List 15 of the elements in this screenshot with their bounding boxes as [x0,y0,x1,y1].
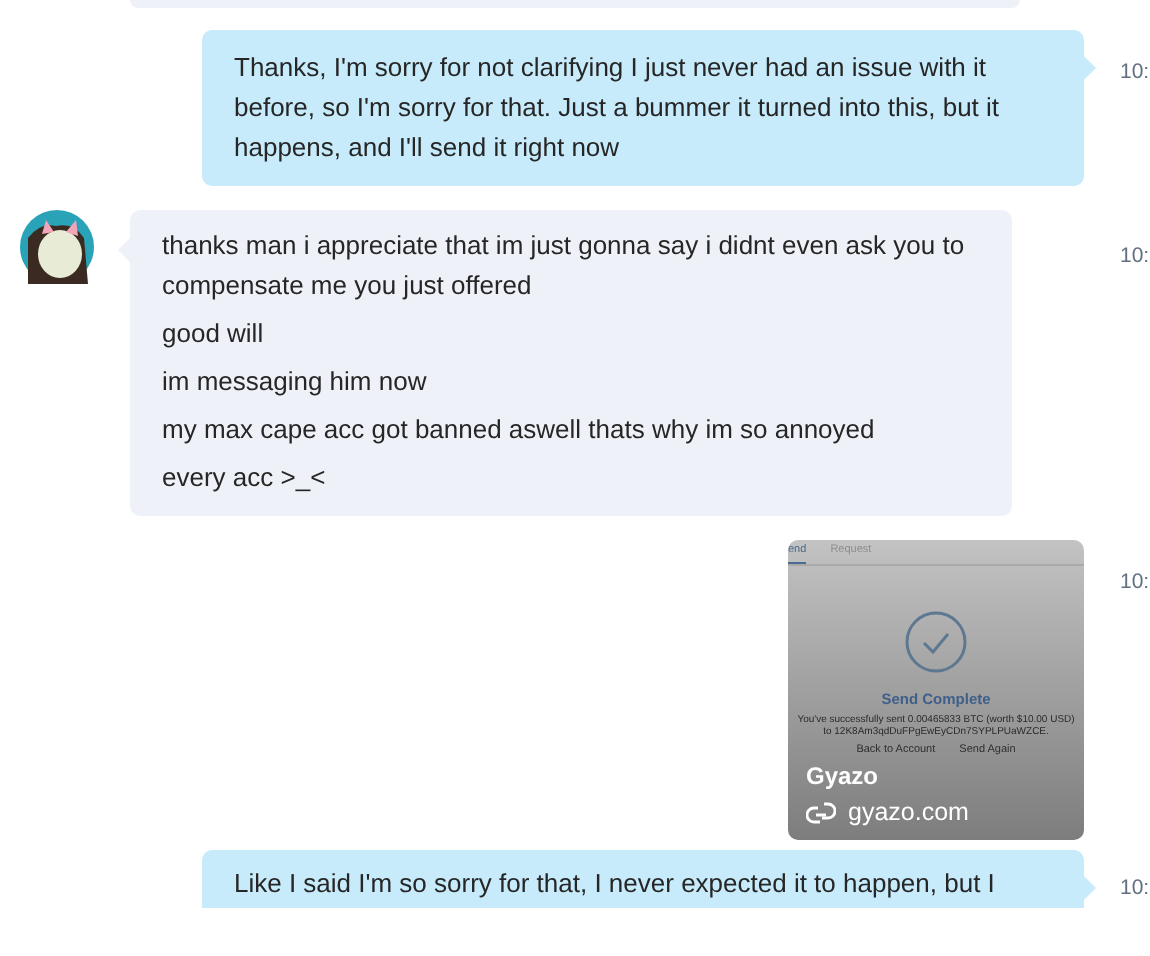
site-name: Gyazo [806,760,881,792]
timestamp: 10: [1120,244,1150,268]
message-text: good will [162,316,266,352]
timestamp: 10: [1120,570,1150,594]
message-text: my max cape acc got banned aswell thats why im so annoyed [162,412,877,448]
timestamp: 10: [1120,60,1150,84]
message-text: every acc >_< [162,460,328,496]
message-text: Thanks, I'm sorry for not clarifying I just never had an issue with it before, so I'm sorry for that. Just a bummer it turned into this, but it happens, and I'll send it right now [234,50,1002,166]
timestamp: 10: [1120,876,1150,900]
message-text: im messaging him now [162,364,429,400]
domain-text: gyazo.com [848,796,969,828]
message-text: Like I said I'm so sorry for that, I never expected it to happen, but I [234,866,997,902]
avatar [20,210,94,284]
check-icon [904,610,968,674]
link-icon [806,801,836,823]
